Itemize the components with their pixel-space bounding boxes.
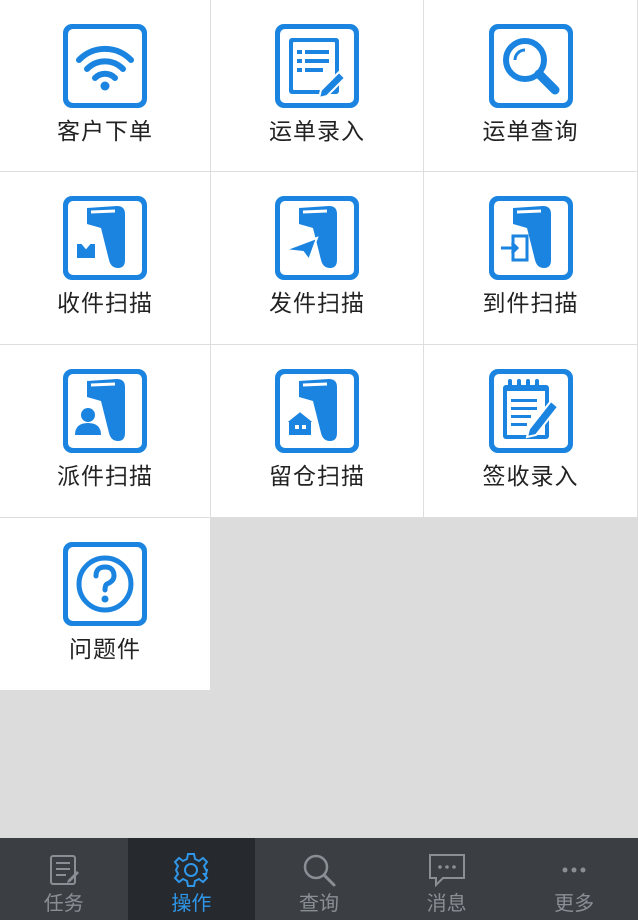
search-icon	[299, 850, 339, 890]
scanner-warehouse-icon	[273, 367, 361, 455]
tab-query[interactable]: 查询	[255, 838, 383, 920]
form-edit-icon	[273, 22, 361, 110]
operation-grid: 客户下单 运单录入 运单查询 收件扫描 发件扫描 到件扫描 派件扫描 留仓扫描 …	[0, 0, 638, 690]
scanner-arrive-icon	[487, 194, 575, 282]
tab-messages[interactable]: 消息	[383, 838, 511, 920]
scanner-deliver-icon	[61, 367, 149, 455]
tab-label: 查询	[298, 891, 339, 915]
tile-label: 签收录入	[482, 464, 579, 490]
tile-label: 派件扫描	[57, 464, 153, 490]
bottom-tab-bar: 任务 操作 查询 消息 更多	[0, 838, 638, 920]
magnifier-icon	[487, 22, 575, 110]
tab-label: 任务	[43, 891, 84, 915]
tile-customer-order[interactable]: 客户下单	[0, 0, 211, 172]
tile-label: 运单查询	[482, 119, 579, 145]
tile-waybill-query[interactable]: 运单查询	[424, 0, 638, 172]
tile-receive-scan[interactable]: 收件扫描	[0, 172, 211, 345]
tile-label: 发件扫描	[269, 291, 365, 317]
tile-label: 留仓扫描	[269, 464, 365, 490]
scanner-send-icon	[273, 194, 361, 282]
tile-sign-entry[interactable]: 签收录入	[424, 345, 638, 518]
tab-operations[interactable]: 操作	[127, 838, 256, 920]
notepad-sign-icon	[487, 367, 575, 455]
tile-deliver-scan[interactable]: 派件扫描	[0, 345, 211, 518]
more-icon	[554, 850, 594, 890]
wifi-icon	[61, 22, 149, 110]
tab-label: 更多	[554, 891, 595, 915]
tile-send-scan[interactable]: 发件扫描	[211, 172, 424, 345]
tile-label: 客户下单	[57, 119, 153, 145]
tile-waybill-entry[interactable]: 运单录入	[211, 0, 424, 172]
message-icon	[427, 850, 467, 890]
tile-warehouse-scan[interactable]: 留仓扫描	[211, 345, 424, 518]
tile-label: 收件扫描	[57, 291, 153, 317]
tile-arrive-scan[interactable]: 到件扫描	[424, 172, 638, 345]
gear-icon	[171, 850, 211, 890]
tab-label: 操作	[171, 891, 212, 915]
task-list-icon	[44, 850, 84, 890]
scanner-receive-icon	[61, 194, 149, 282]
tile-label: 到件扫描	[482, 291, 579, 317]
tab-tasks[interactable]: 任务	[0, 838, 128, 920]
tab-more[interactable]: 更多	[510, 838, 638, 920]
question-icon	[61, 540, 149, 628]
tab-label: 消息	[426, 891, 467, 915]
tile-problem-item[interactable]: 问题件	[0, 518, 210, 690]
tile-label: 问题件	[69, 637, 141, 663]
tile-label: 运单录入	[269, 119, 365, 145]
